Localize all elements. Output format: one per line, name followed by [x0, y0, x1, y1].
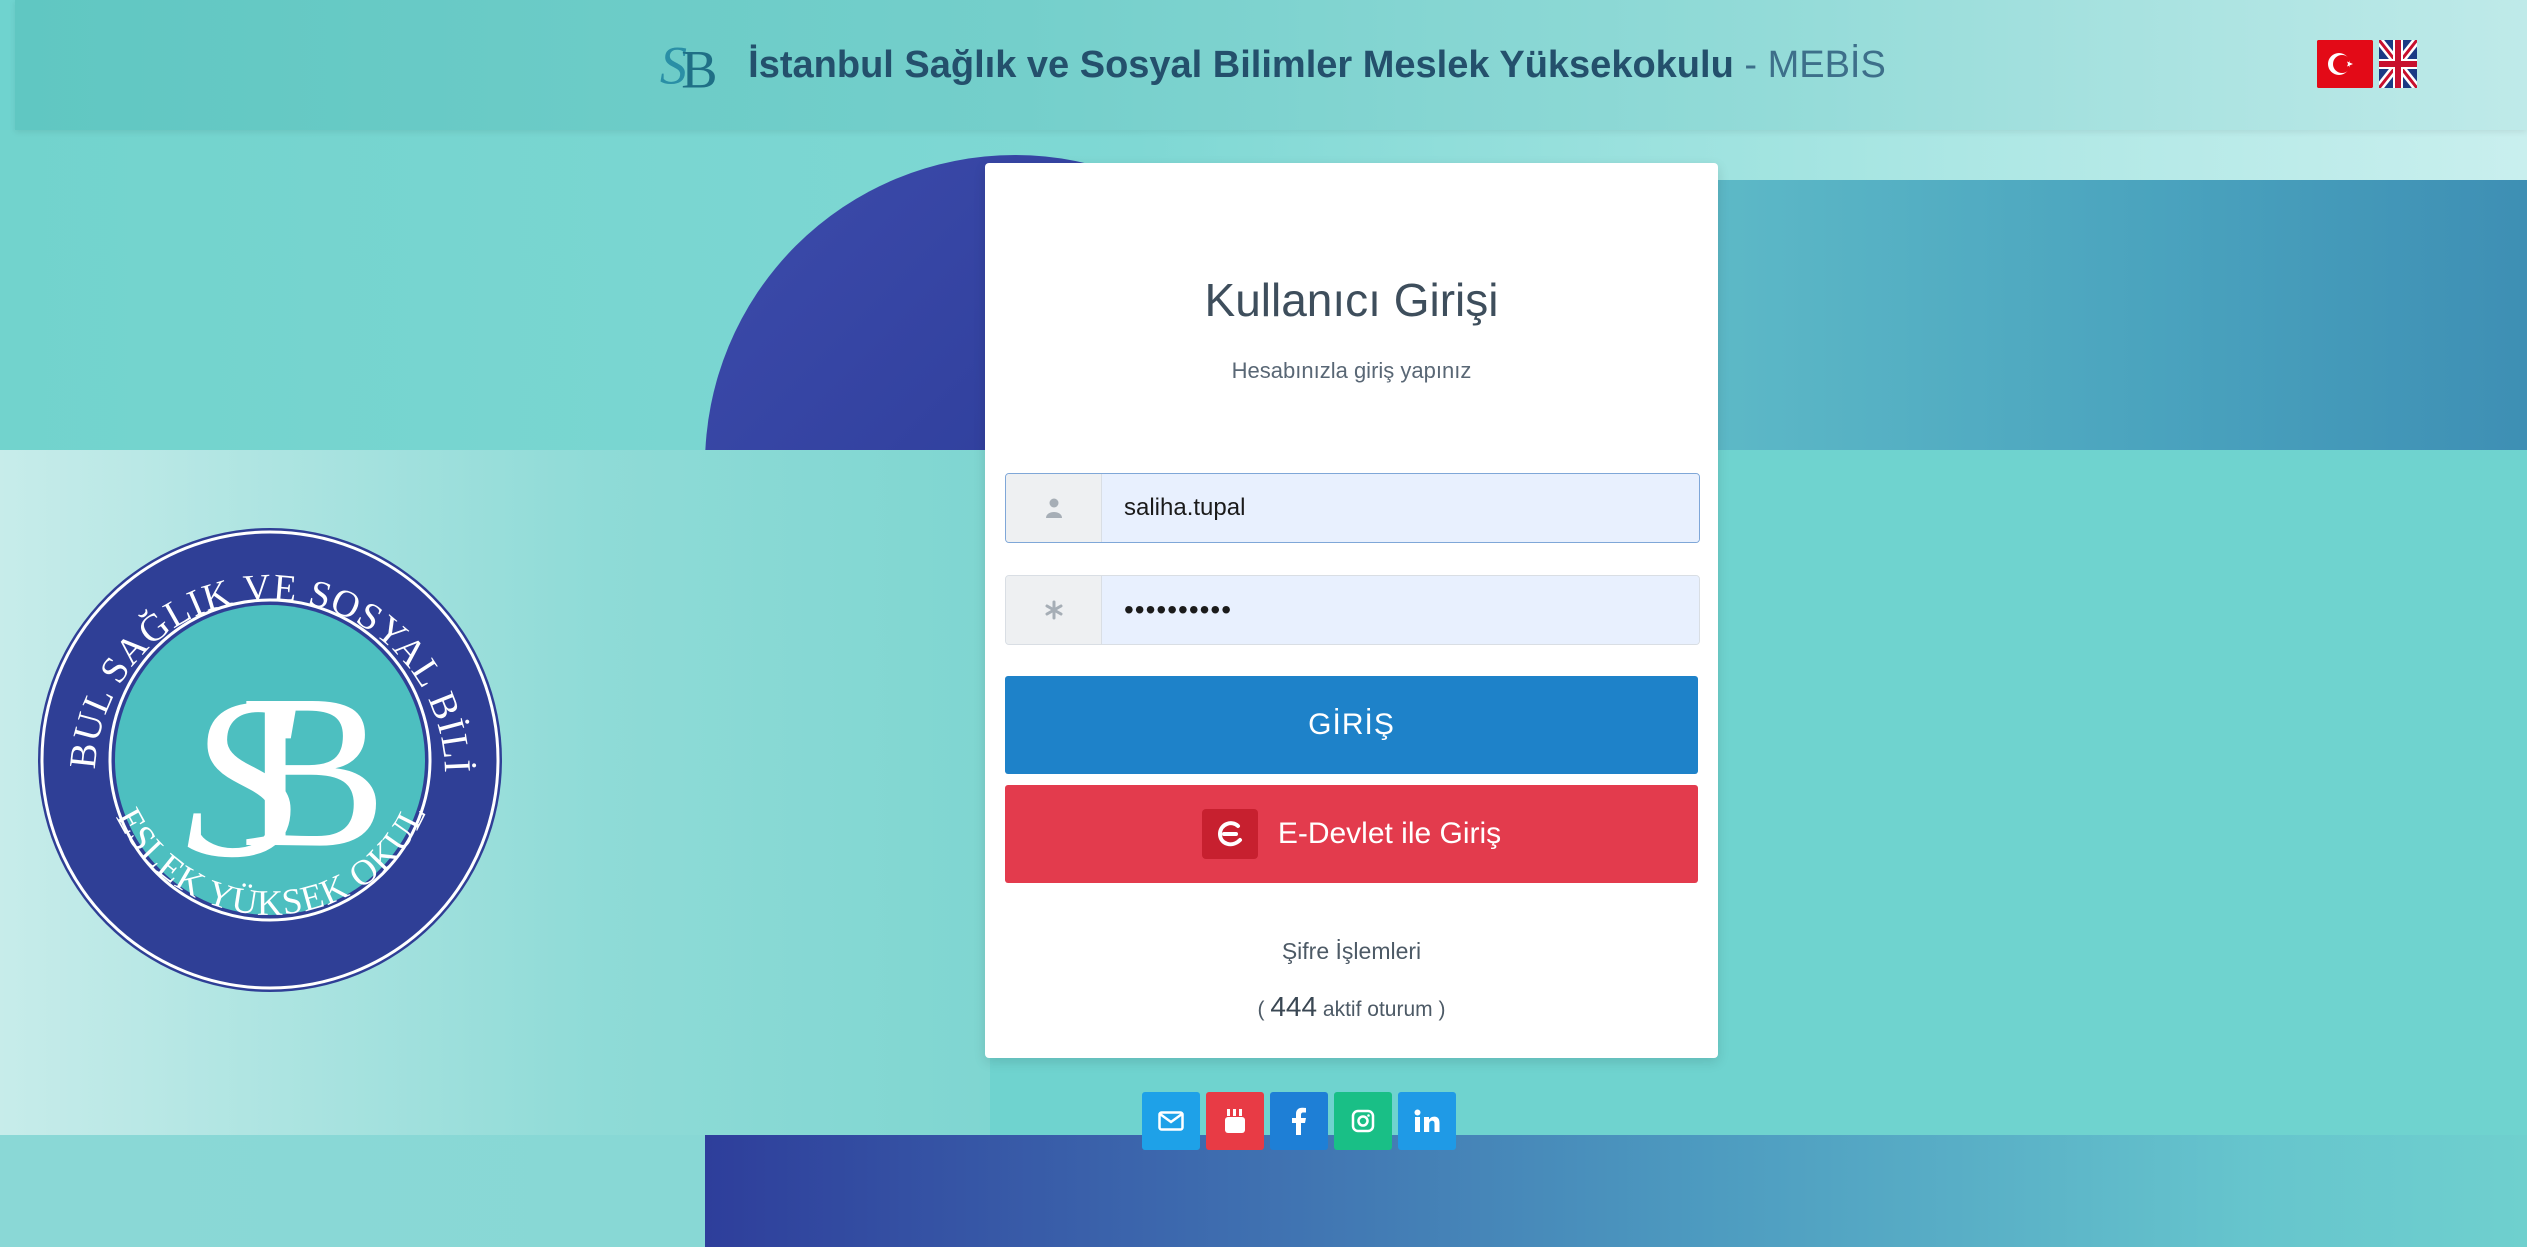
facebook-icon[interactable] [1270, 1092, 1328, 1150]
asterisk-icon [1006, 576, 1102, 644]
header-title-main: İstanbul Sağlık ve Sosyal Bilimler Mesle… [748, 43, 1734, 86]
background-bottom-block [705, 1135, 2527, 1247]
header: S B İstanbul Sağlık ve Sosyal Bilimler M… [15, 0, 2527, 130]
login-title: Kullanıcı Girişi [1204, 274, 1499, 326]
header-title-separator: - [1733, 43, 1768, 86]
instagram-icon[interactable] [1334, 1092, 1392, 1150]
linkedin-icon[interactable] [1398, 1092, 1456, 1150]
school-logo-icon: S B [660, 35, 718, 99]
active-sessions-suffix: aktif oturum ) [1317, 998, 1446, 1021]
background-right-block [1710, 180, 2527, 450]
login-card: Kullanıcı Girişi Hesabınızla giriş yapın… [985, 163, 1718, 1058]
turkish-flag-icon[interactable] [2317, 40, 2373, 88]
edevlet-logo-icon [1201, 809, 1258, 859]
social-links [1142, 1092, 1456, 1150]
password-operations-link[interactable]: Şifre İşlemleri [985, 938, 1718, 965]
header-brand: S B İstanbul Sağlık ve Sosyal Bilimler M… [15, 0, 2527, 130]
user-icon [1006, 474, 1102, 542]
svg-text:B: B [240, 649, 387, 893]
header-title: İstanbul Sağlık ve Sosyal Bilimler Mesle… [748, 44, 1886, 87]
uk-flag-icon[interactable] [2375, 37, 2421, 91]
username-input[interactable] [1102, 474, 1699, 542]
youtube-icon[interactable] [1206, 1092, 1264, 1150]
header-title-system: MEBİS [1767, 43, 1886, 86]
mail-icon[interactable] [1142, 1092, 1200, 1150]
password-input[interactable] [1102, 576, 1699, 644]
language-switcher [2317, 37, 2421, 91]
school-seal-logo: İSTANBUL SAĞLIK VE SOSYAL BİLİMLER MESLE… [35, 525, 502, 992]
edevlet-button-label: E-Devlet ile Giriş [1277, 817, 1502, 850]
login-subtitle: Hesabınızla giriş yapınız [1231, 358, 1472, 383]
edevlet-login-button[interactable]: E-Devlet ile Giriş [1005, 785, 1698, 883]
username-row [1005, 473, 1700, 543]
active-sessions: ( 444 aktif oturum ) [985, 991, 1718, 1023]
svg-text:B: B [681, 39, 717, 99]
active-sessions-prefix: ( [1257, 998, 1271, 1021]
password-row [1005, 575, 1700, 645]
active-sessions-count: 444 [1270, 991, 1318, 1022]
login-button[interactable]: GİRİŞ [1005, 676, 1698, 774]
